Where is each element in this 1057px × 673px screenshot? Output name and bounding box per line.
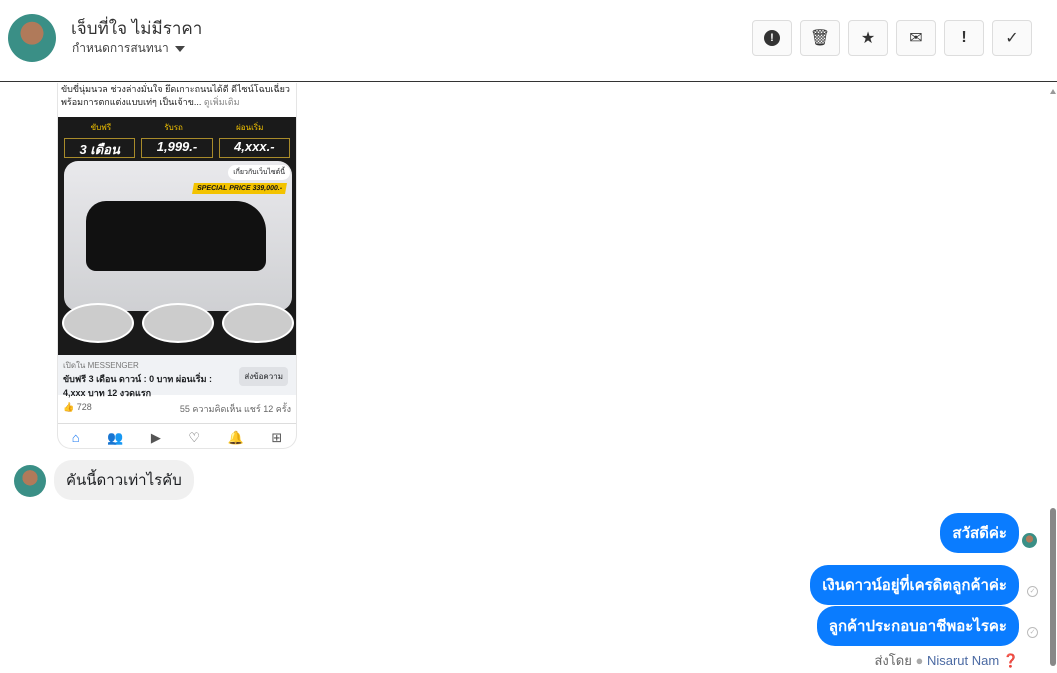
alert-circle-icon: ! <box>764 30 780 46</box>
ad-info-badge: เกี่ยวกับเว็บไซต์นี้ <box>228 165 290 180</box>
thumb <box>62 303 134 343</box>
contact-avatar[interactable] <box>8 14 56 62</box>
sent-by-label: ส่งโดย <box>874 653 912 668</box>
ad-header: รับรถ <box>164 123 183 132</box>
likes-count: 👍 728 <box>63 402 92 412</box>
home-icon: ⌂ <box>71 430 80 445</box>
scroll-up-icon <box>1050 89 1056 94</box>
help-icon: ❓ <box>1002 653 1019 668</box>
mark-unread-button[interactable]: ✉ <box>896 20 936 56</box>
ad-box: 1,999.- <box>141 138 213 158</box>
trash-icon: 🗑 <box>809 30 831 47</box>
incoming-message: คันนี้ดาวเท่าไรคับ <box>54 460 194 500</box>
outgoing-message: สวัสดีค่ะ <box>940 513 1019 553</box>
ad-box: 4,xxx.- <box>218 138 290 158</box>
menu-grid-icon: ⊞ <box>271 430 283 445</box>
sent-by: ส่งโดย ● Nisarut Nam ❓ <box>875 650 1020 671</box>
envelope-icon: ✉ <box>909 30 923 47</box>
shared-image[interactable]: ขับขี่นุ่มนวล ช่วงล่างมั่นใจ ยึดเกาะถนนไ… <box>57 83 297 449</box>
ad-header: ผ่อนเริ่ม <box>236 123 264 132</box>
caret-down-icon <box>174 45 185 52</box>
contact-name: เจ็บที่ใจ ไม่มีราคา <box>71 19 203 38</box>
star-button[interactable]: ★ <box>848 20 888 56</box>
outgoing-message: เงินดาวน์อยู่ที่เครดิตลูกค้าค่ะ <box>810 565 1019 605</box>
conversation-header: เจ็บที่ใจ ไม่มีราคา กำหนดการสนทนา ! 🗑 ★ … <box>0 0 1057 82</box>
agent-avatar-small <box>1022 533 1037 548</box>
assign-conversation-dropdown[interactable]: กำหนดการสนทนา <box>72 39 185 58</box>
spam-button[interactable]: ! <box>752 20 792 56</box>
seen-check-icon: ✓ <box>1027 627 1038 638</box>
sender-name[interactable]: Nisarut Nam <box>927 653 999 668</box>
ad-header: ขับฟรี <box>90 123 112 132</box>
assign-label: กำหนดการสนทนา <box>72 41 169 55</box>
comments-shares: 55 ความคิดเห็น แชร์ 12 ครั้ง <box>179 404 291 414</box>
messenger-text: ขับฟรี 3 เดือน ดาวน์ : 0 บาท ผ่อนเริ่ม :… <box>63 374 213 398</box>
send-message-button: ส่งข้อความ <box>239 367 288 386</box>
see-more-link: ดูเพิ่มเติม <box>203 97 240 107</box>
friends-icon: 👥 <box>107 430 124 445</box>
post-caption: ขับขี่นุ่มนวล ช่วงล่างมั่นใจ ยึดเกาะถนนไ… <box>61 84 290 107</box>
outgoing-message: ลูกค้าประกอบอาชีพอะไรคะ <box>816 606 1019 646</box>
exclamation-icon: ! <box>961 29 967 46</box>
scrollbar-thumb <box>1050 508 1056 666</box>
heart-icon: ♡ <box>188 430 201 445</box>
done-button[interactable]: ✓ <box>992 20 1032 56</box>
scrollbar[interactable] <box>1049 83 1057 673</box>
fb-nav-bar: ⌂ 👥 ▶ ♡ 🔔 ⊞ <box>58 424 296 448</box>
thumb <box>222 303 294 343</box>
message-thread: ขับขี่นุ่มนวล ช่วงล่างมั่นใจ ยึดเกาะถนนไ… <box>0 83 1057 673</box>
special-price: SPECIAL PRICE 339,000.- <box>191 183 287 194</box>
seen-check-icon: ✓ <box>1027 586 1038 597</box>
important-button[interactable]: ! <box>944 20 984 56</box>
ad-box: 3 เดือน <box>64 138 136 158</box>
messenger-cta: เปิดใน MESSENGER ขับฟรี 3 เดือน ดาวน์ : … <box>58 355 296 398</box>
check-badge-icon: ● <box>915 653 924 668</box>
ad-image: ขับฟรี รับรถ ผ่อนเริ่ม 3 เดือน 1,999.- 4,xxx… <box>58 117 296 355</box>
thumb <box>142 303 214 343</box>
check-icon: ✓ <box>1005 30 1019 47</box>
star-icon: ★ <box>860 30 876 47</box>
bell-icon: 🔔 <box>227 430 244 445</box>
contact-avatar-small <box>14 465 46 497</box>
video-icon: ▶ <box>150 430 161 445</box>
delete-button[interactable]: 🗑 <box>800 20 840 56</box>
